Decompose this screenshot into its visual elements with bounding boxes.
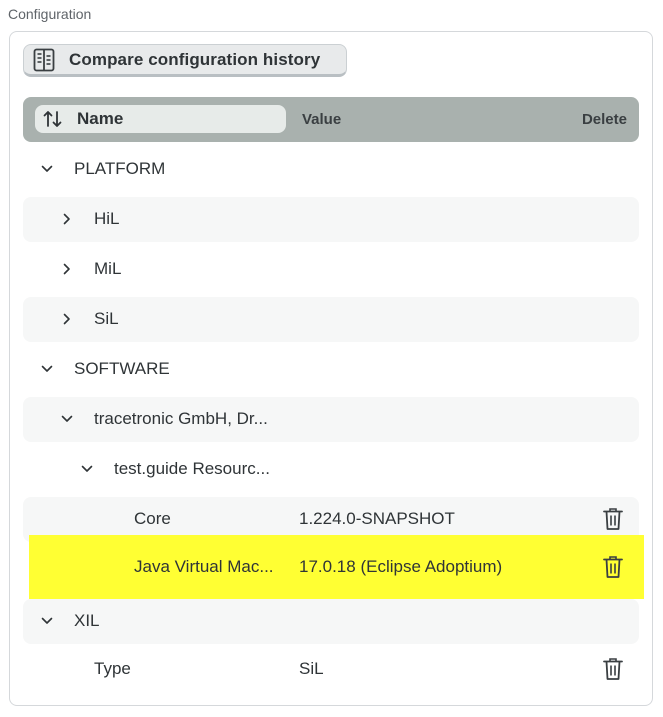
trash-icon[interactable] <box>602 507 624 531</box>
section-label: Configuration <box>8 6 92 22</box>
compare-button-label: Compare configuration history <box>69 49 321 69</box>
chevron-down-icon[interactable] <box>40 362 54 376</box>
tree-row-mil[interactable]: MiL <box>23 247 639 292</box>
row-label: tracetronic GmbH, Dr... <box>94 409 268 428</box>
chevron-down-icon[interactable] <box>40 614 54 628</box>
tree-row-java-vm: Java Virtual Mac... 17.0.18 (Eclipse Ado… <box>29 535 644 599</box>
chevron-down-icon[interactable] <box>80 462 94 476</box>
name-column-sort[interactable]: Name <box>35 105 286 133</box>
row-label: PLATFORM <box>74 159 166 178</box>
row-label: SOFTWARE <box>74 359 170 378</box>
row-label: HiL <box>94 209 120 228</box>
tree-row-testguide-resources[interactable]: test.guide Resourc... <box>23 447 639 492</box>
table-header: Name Value Delete <box>23 97 639 142</box>
tree-row-platform[interactable]: PLATFORM <box>23 147 639 192</box>
row-label: SiL <box>94 309 119 328</box>
tree-row-sil[interactable]: SiL <box>23 297 639 342</box>
row-value: SiL <box>299 659 324 678</box>
row-label: Java Virtual Mac... <box>134 557 274 576</box>
tree-row-xil[interactable]: XIL <box>23 599 639 644</box>
compare-history-icon <box>33 48 55 71</box>
value-column-header: Value <box>302 111 342 128</box>
chevron-right-icon[interactable] <box>60 312 74 326</box>
row-label: Type <box>94 659 131 678</box>
chevron-right-icon[interactable] <box>60 262 74 276</box>
name-column-header: Name <box>77 109 124 128</box>
row-label: XIL <box>74 611 100 630</box>
tree-row-tracetronic[interactable]: tracetronic GmbH, Dr... <box>23 397 639 442</box>
tree-row-type: Type SiL <box>23 647 639 692</box>
row-label: test.guide Resourc... <box>114 459 270 478</box>
row-label: Core <box>134 509 171 528</box>
delete-column-header: Delete <box>581 111 627 128</box>
chevron-right-icon[interactable] <box>60 212 74 226</box>
row-value: 1.224.0-SNAPSHOT <box>299 509 455 528</box>
row-value: 17.0.18 (Eclipse Adoptium) <box>299 557 503 576</box>
chevron-down-icon[interactable] <box>40 162 54 176</box>
row-label: MiL <box>94 259 122 278</box>
sort-icon <box>43 111 62 127</box>
trash-icon[interactable] <box>602 555 624 579</box>
tree-row-hil[interactable]: HiL <box>23 197 639 242</box>
chevron-down-icon[interactable] <box>60 412 74 426</box>
trash-icon[interactable] <box>602 657 624 681</box>
tree-row-software[interactable]: SOFTWARE <box>23 347 639 392</box>
compare-configuration-history-button[interactable]: Compare configuration history <box>23 44 347 77</box>
